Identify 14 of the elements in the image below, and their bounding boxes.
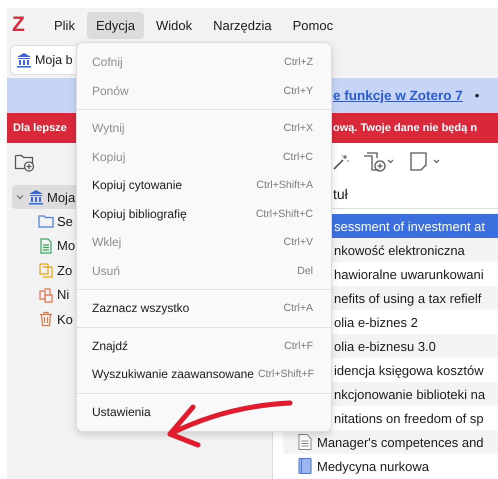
item-title: Medycyna nurkowa [317, 458, 429, 474]
app-logo: Z [12, 13, 26, 37]
item-title: nkowość elektroniczna [334, 242, 465, 258]
warning-text: Dla lepsze [13, 122, 67, 134]
item-title: olia e-biznesu 3.0 [334, 338, 436, 354]
library-tab-label: Moja b [35, 53, 73, 67]
item-title: nefits of using a tax refielf [334, 290, 482, 306]
item-title: nkcjonowanie biblioteki na [334, 386, 486, 402]
item-title: sessment of investment at [334, 218, 486, 234]
warning-text: ową. Twoje dane nie będą n [333, 122, 478, 134]
item-title: olia e-biznes 2 [334, 314, 418, 330]
item-title: Manager's competences and [317, 434, 484, 450]
item-title: nitations on freedom of sp [334, 410, 484, 426]
bullet-text: • [474, 88, 480, 103]
